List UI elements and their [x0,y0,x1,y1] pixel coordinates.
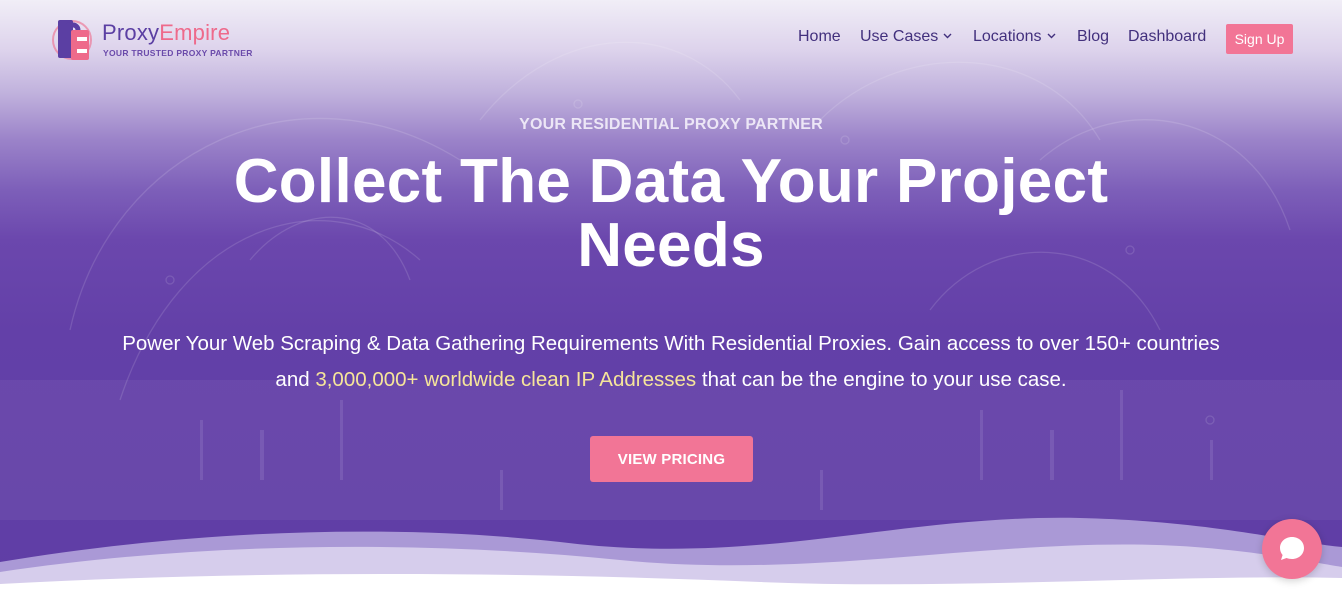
chat-widget-button[interactable] [1262,519,1322,579]
signup-button[interactable]: Sign Up [1226,24,1293,54]
hero-wave-divider [0,517,1342,592]
nav-home[interactable]: Home [798,28,841,46]
brand-logo[interactable]: ProxyEmpire YOUR TRUSTED PROXY PARTNER [52,14,262,66]
chat-bubble-icon [1280,537,1304,560]
hero-subtext: Power Your Web Scraping & Data Gathering… [122,332,1220,391]
view-pricing-button[interactable]: VIEW PRICING [590,436,753,482]
ip-count-highlight: 3,000,000+ worldwide clean IP Addresses [315,368,697,391]
hero-headline: Collect The Data Your Project Needs [233,147,1109,280]
proxyempire-logo-icon [52,20,92,60]
nav-blog[interactable]: Blog [1077,28,1109,46]
nav-use-cases[interactable]: Use Cases [860,28,952,46]
nav-locations[interactable]: Locations [973,28,1056,46]
hero-section: ProxyEmpire YOUR TRUSTED PROXY PARTNER H… [0,0,1342,592]
brand-tagline: YOUR TRUSTED PROXY PARTNER [103,48,253,58]
brand-name: ProxyEmpire [102,20,231,45]
chevron-down-icon [1047,33,1055,39]
hero-eyebrow: YOUR RESIDENTIAL PROXY PARTNER [519,116,823,133]
nav-dashboard[interactable]: Dashboard [1128,28,1206,46]
network-background-decoration [0,41,1342,545]
chevron-down-icon [943,33,952,39]
